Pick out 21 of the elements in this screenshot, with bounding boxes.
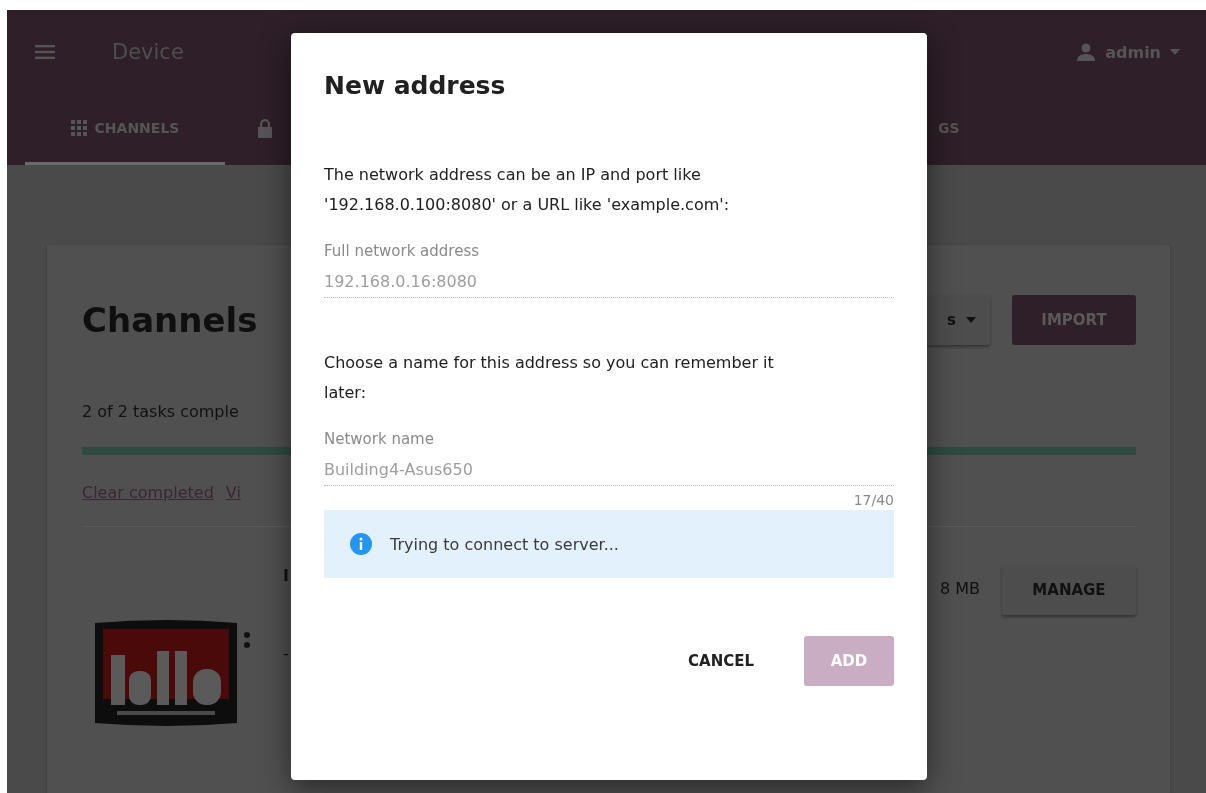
caret-icon — [966, 317, 976, 323]
cancel-button[interactable]: CANCEL — [668, 636, 774, 686]
field-label: Network name — [324, 430, 434, 448]
manage-button[interactable]: MANAGE — [1002, 565, 1136, 615]
lock-icon — [257, 118, 273, 138]
grid-icon — [70, 120, 87, 136]
user-icon — [1076, 42, 1097, 62]
info-message: Trying to connect to server... — [390, 534, 619, 554]
menu-icon[interactable] — [35, 45, 55, 59]
field-label: Full network address — [324, 242, 480, 260]
task-summary: 2 of 2 tasks comple — [82, 402, 240, 421]
caret-icon — [1170, 49, 1180, 55]
import-button[interactable]: IMPORT — [1012, 295, 1136, 345]
page-title: Channels — [82, 300, 259, 340]
dialog-title: New address — [324, 71, 507, 100]
name-instructions: Choose a name for this address so you can remember it later: — [324, 352, 775, 404]
info-icon — [350, 533, 372, 555]
address-instructions: The network address can be an IP and port like '192.168.0.100:8080' or a URL like 'example.com': — [324, 164, 731, 216]
character-counter: 17/40 — [853, 492, 894, 508]
channel-size: 8 MB — [939, 579, 980, 598]
channel-text-fragment: - — [283, 643, 289, 664]
